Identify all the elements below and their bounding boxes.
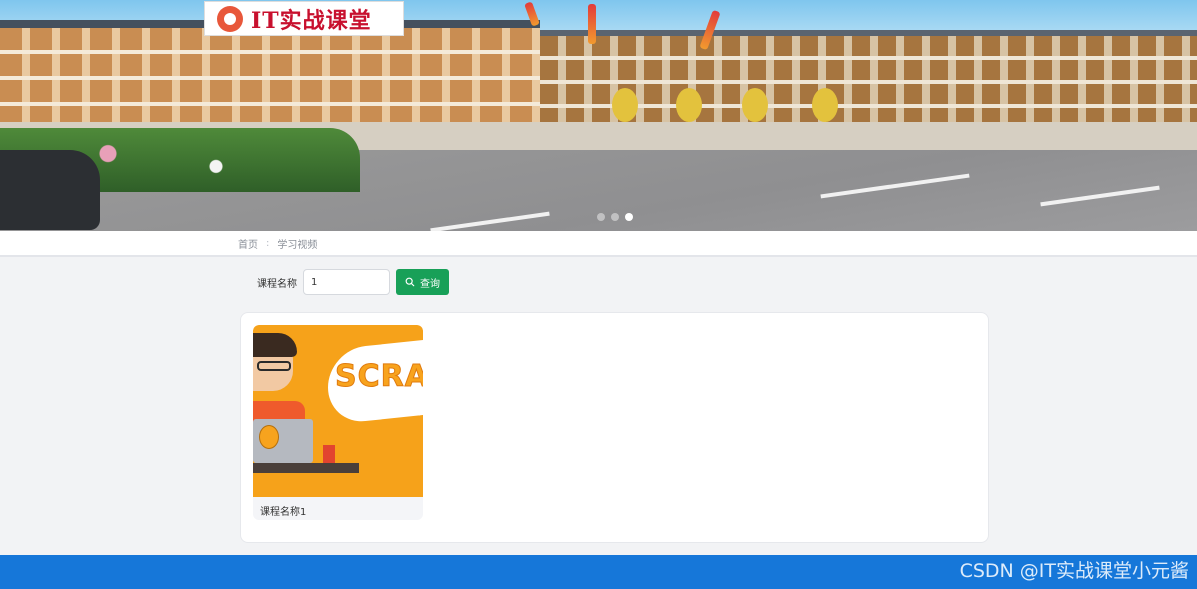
search-label: 课程名称	[257, 278, 297, 290]
search-icon	[405, 277, 415, 287]
breadcrumb-current: 学习视频	[277, 239, 318, 251]
carousel-dot-2[interactable]	[611, 213, 619, 221]
breadcrumb: 首页 : 学习视频	[0, 231, 1197, 257]
course-title: 课程名称1	[260, 507, 307, 518]
hero-banner: IT实战课堂	[0, 0, 1197, 231]
breadcrumb-separator: :	[266, 237, 270, 249]
scratch-cat-icon	[259, 425, 279, 449]
search-button-label: 查询	[420, 278, 440, 290]
course-thumbnail: SCRA 图形化编	[253, 325, 423, 497]
banner-tree	[612, 88, 638, 122]
banner-tree	[812, 88, 838, 122]
search-form: 课程名称 查询	[257, 269, 449, 295]
banner-building-right	[540, 30, 1197, 128]
banner-building-left	[0, 20, 540, 128]
course-list-panel: SCRA 图形化编 课程名称1	[240, 312, 989, 543]
carousel-dot-3[interactable]	[625, 213, 633, 221]
watermark-text: CSDN @IT实战课堂小元酱	[959, 560, 1189, 582]
search-button[interactable]: 查询	[396, 269, 449, 295]
site-logo[interactable]: IT实战课堂	[204, 1, 404, 36]
banner-tree	[676, 88, 702, 122]
course-card[interactable]: SCRA 图形化编 课程名称1	[253, 325, 423, 520]
banner-tree	[742, 88, 768, 122]
carousel-indicators	[597, 213, 633, 221]
banner-kite	[588, 4, 596, 44]
carousel-dot-1[interactable]	[597, 213, 605, 221]
banner-car	[0, 150, 100, 230]
logo-text: IT实战课堂	[251, 7, 372, 34]
course-name-input[interactable]	[303, 269, 390, 295]
thumbnail-title: SCRA	[335, 359, 423, 395]
thumbnail-subtitle: 图形化编	[373, 403, 422, 417]
logo-icon	[217, 5, 243, 32]
breadcrumb-home-link[interactable]: 首页	[238, 236, 258, 251]
